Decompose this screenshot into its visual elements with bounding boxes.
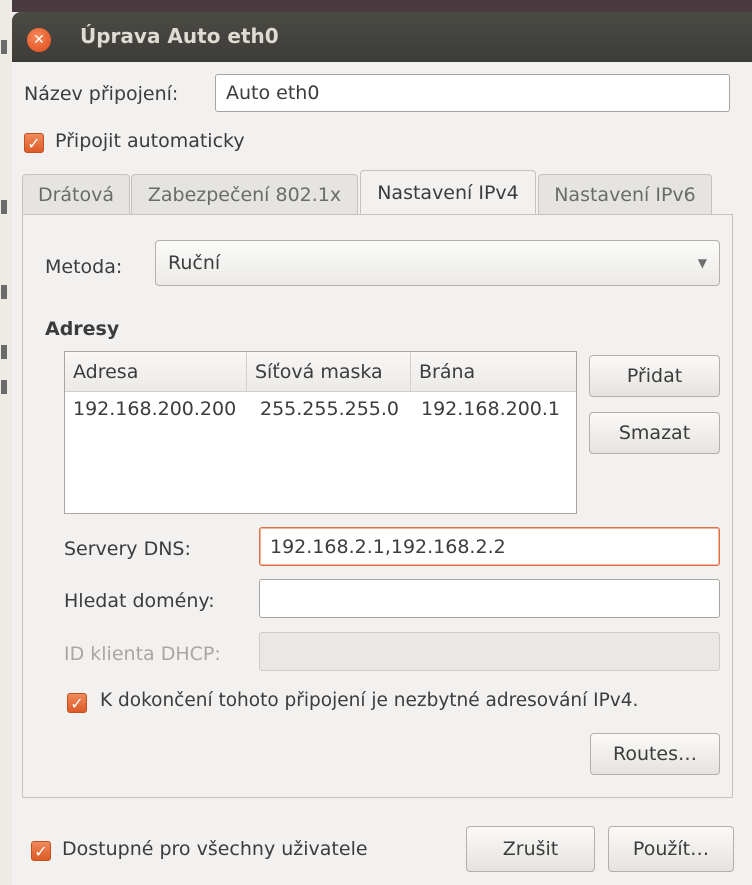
column-header-address[interactable]: Adresa [65,352,247,392]
table-cell-address[interactable]: 192.168.200.200 [65,398,236,420]
dns-input[interactable]: 192.168.2.1,192.168.2.2 [259,527,720,566]
tab-ipv6-settings[interactable]: Nastavení IPv6 [538,174,712,214]
all-users-label: Dostupné pro všechny uživatele [62,838,368,860]
close-icon[interactable]: ✕ [27,28,51,52]
dhcp-client-id-input [259,632,720,671]
apply-button[interactable]: Použít… [608,826,734,872]
dhcp-client-id-label: ID klienta DHCP: [64,643,221,665]
column-header-netmask[interactable]: Síťová maska [247,352,411,392]
addresses-table[interactable]: Adresa Síťová maska Brána 192.168.200.20… [64,351,577,514]
search-domains-input[interactable] [259,579,720,618]
column-header-gateway[interactable]: Brána [411,352,576,392]
tab-security-8021x[interactable]: Zabezpečení 802.1x [131,174,358,214]
add-address-button[interactable]: Přidat [589,355,720,397]
window-title: Úprava Auto eth0 [80,24,279,48]
check-icon[interactable]: ✓ [31,841,51,861]
auto-connect-label: Připojit automaticky [55,130,245,152]
search-domains-label: Hledat domény: [64,590,215,612]
method-value: Ruční [168,252,221,274]
tab-wired[interactable]: Drátová [22,174,130,214]
check-icon[interactable]: ✓ [24,133,44,153]
require-ipv4-label: K dokončení tohoto připojení je nezbytné… [100,690,639,711]
delete-address-button[interactable]: Smazat [589,412,720,454]
chevron-down-icon: ▼ [697,256,707,270]
dns-label: Servery DNS: [64,538,191,560]
check-icon[interactable]: ✓ [67,693,87,713]
method-select[interactable]: Ruční ▼ [155,240,720,286]
connection-name-input[interactable]: Auto eth0 [215,74,730,112]
cancel-button[interactable]: Zrušit [466,826,595,872]
desktop-background [0,0,12,885]
routes-button[interactable]: Routes… [590,733,720,775]
connection-name-value: Auto eth0 [226,82,320,104]
connection-name-label: Název připojení: [24,83,179,105]
dns-value: 192.168.2.1,192.168.2.2 [270,535,506,558]
table-cell-gateway[interactable]: 192.168.200.1 [413,398,560,420]
method-label: Metoda: [45,256,123,278]
table-cell-netmask[interactable]: 255.255.255.0 [252,398,399,420]
addresses-heading: Adresy [45,318,120,340]
tab-ipv4-settings[interactable]: Nastavení IPv4 [360,170,536,214]
